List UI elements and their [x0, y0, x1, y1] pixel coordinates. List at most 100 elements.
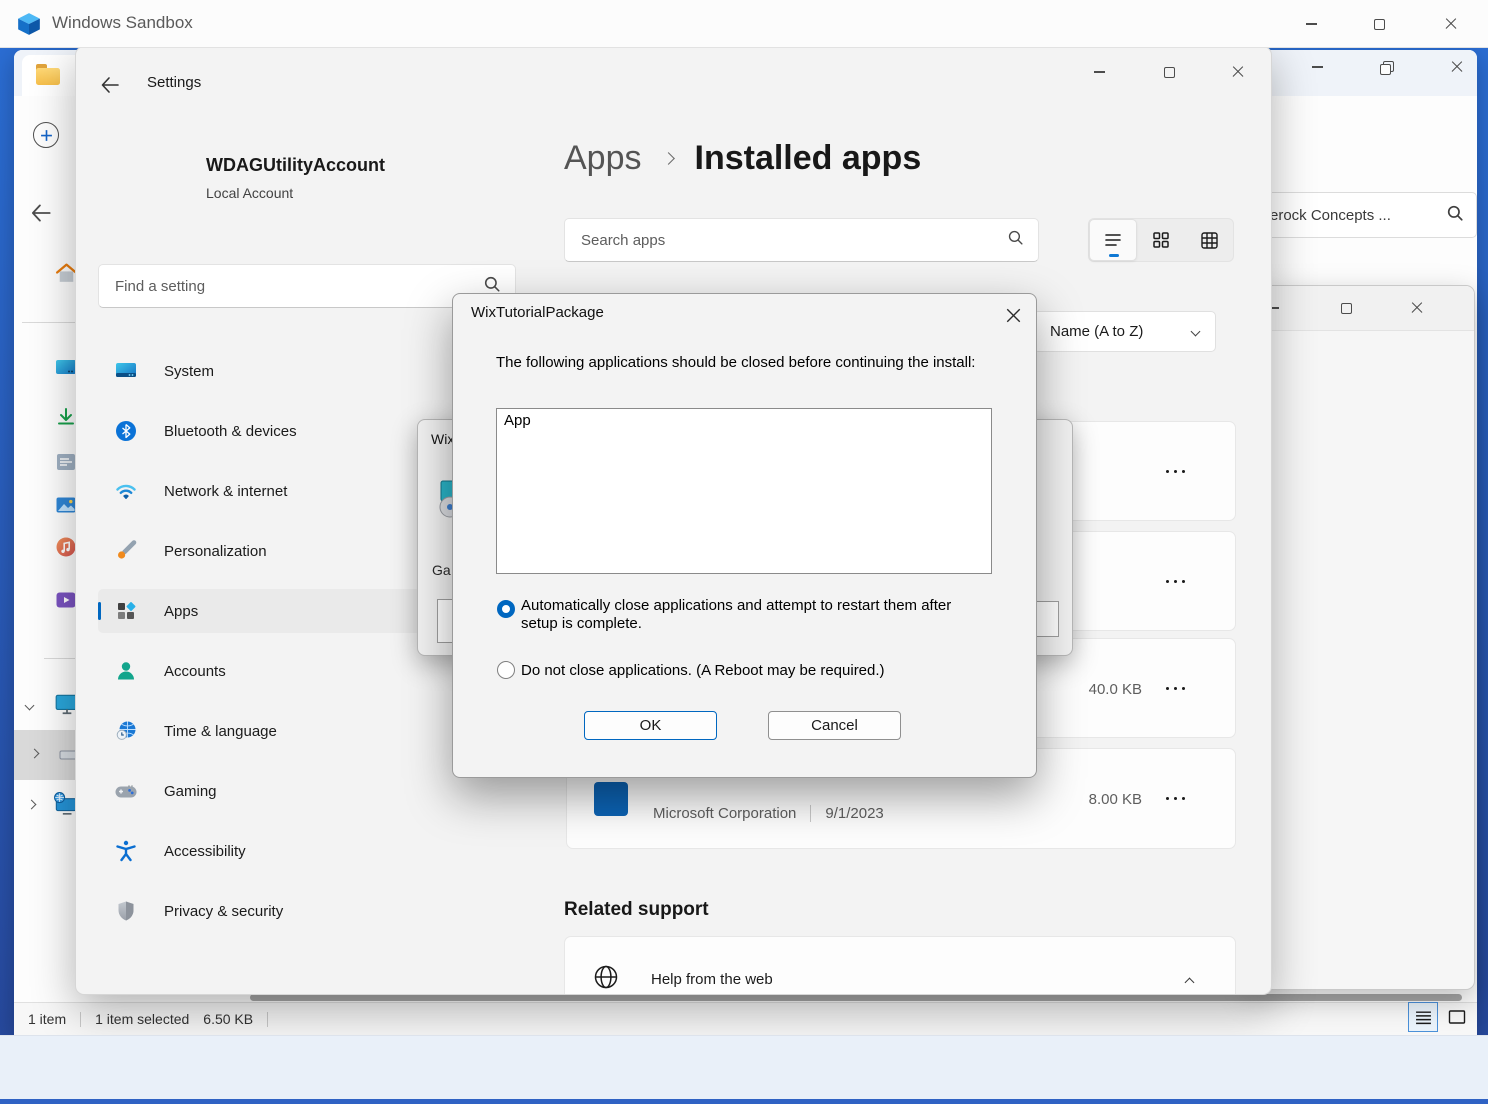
sidebar-item-label: Accessibility	[164, 843, 246, 860]
tree-selected-row[interactable]	[14, 730, 75, 780]
accounts-icon	[114, 659, 138, 683]
account-name: WDAGUtilityAccount	[206, 155, 385, 176]
close-icon[interactable]	[1429, 7, 1473, 41]
settings-minimize-icon[interactable]	[1077, 55, 1121, 89]
search-apps-box[interactable]	[564, 218, 1039, 262]
wifi-icon	[114, 479, 138, 503]
time-language-icon	[114, 719, 138, 743]
chevron-up-icon[interactable]	[1185, 978, 1195, 988]
account-type: Local Account	[206, 185, 293, 201]
globe-icon	[592, 963, 620, 995]
chevron-down-icon[interactable]	[25, 701, 35, 711]
table-view-toggle[interactable]	[1185, 219, 1233, 261]
explorer-back-arrow-icon[interactable]	[28, 200, 54, 231]
explorer-minimize-icon[interactable]	[1295, 50, 1339, 84]
sidebar-item-network-internet[interactable]: Network & internet	[98, 469, 428, 513]
system-icon	[114, 359, 138, 383]
search-apps-input[interactable]	[581, 232, 1007, 249]
cancel-button[interactable]: Cancel	[768, 711, 901, 740]
more-options-button[interactable]	[1162, 568, 1190, 596]
listbox-item[interactable]: App	[497, 409, 991, 429]
sidebar-item-label: Bluetooth & devices	[164, 423, 297, 440]
radio-auto-close[interactable]: Automatically close applications and att…	[497, 597, 975, 633]
app-size: 8.00 KB	[1062, 791, 1142, 808]
app-publisher: Microsoft Corporation	[653, 805, 796, 822]
view-toggle-group	[1088, 218, 1234, 262]
breadcrumb-root[interactable]: Apps	[564, 139, 642, 178]
explorer-close-icon[interactable]	[1435, 50, 1479, 84]
explorer-search-box[interactable]: erock Concepts ...	[1253, 192, 1477, 238]
sidebar-item-label: Accounts	[164, 663, 226, 680]
maximize-icon[interactable]	[1357, 7, 1401, 41]
radio-auto-close-label: Automatically close applications and att…	[521, 597, 975, 633]
find-setting-input[interactable]	[115, 278, 483, 295]
details-view-icon[interactable]	[1408, 1002, 1438, 1032]
rail-divider	[22, 322, 77, 323]
help-card-label: Help from the web	[651, 971, 773, 988]
sidebar-item-gaming[interactable]: Gaming	[98, 769, 428, 813]
status-divider	[80, 1012, 81, 1027]
search-icon[interactable]	[1446, 204, 1464, 226]
more-options-button[interactable]	[1162, 675, 1190, 703]
sidebar-item-apps[interactable]: Apps	[98, 589, 428, 633]
status-divider	[267, 1012, 268, 1027]
search-icon[interactable]	[1007, 229, 1024, 251]
chevron-right-icon[interactable]	[30, 749, 40, 759]
help-from-web-card[interactable]: Help from the web	[564, 936, 1236, 995]
sidebar-item-label: Time & language	[164, 723, 277, 740]
sidebar-item-privacy-security[interactable]: Privacy & security	[98, 889, 428, 933]
app-date: 9/1/2023	[825, 805, 883, 822]
back-arrow-icon[interactable]	[98, 73, 122, 102]
sidebar-item-personalization[interactable]: Personalization	[98, 529, 428, 573]
list-view-toggle[interactable]	[1089, 219, 1137, 261]
applications-listbox[interactable]: App	[496, 408, 992, 574]
sidebar-item-accessibility[interactable]: Accessibility	[98, 829, 428, 873]
settings-close-icon[interactable]	[1216, 55, 1260, 89]
grid-view-toggle[interactable]	[1137, 219, 1185, 261]
chevron-right-icon[interactable]	[27, 800, 37, 810]
new-tab-icon[interactable]	[33, 122, 59, 148]
secondary-close-icon[interactable]	[1395, 291, 1439, 325]
gamepad-icon	[114, 779, 138, 803]
sort-dropdown[interactable]: Name (A to Z)	[1033, 311, 1216, 352]
more-options-button[interactable]	[1162, 458, 1190, 486]
minimize-icon[interactable]	[1289, 7, 1333, 41]
breadcrumb: Apps Installed apps	[564, 139, 921, 178]
sidebar-item-time-language[interactable]: Time & language	[98, 709, 428, 753]
desktop-edge-strip	[0, 1099, 1488, 1104]
thumbnail-view-icon[interactable]	[1443, 1004, 1471, 1030]
radio-selected-icon[interactable]	[497, 600, 515, 618]
sidebar-item-label: Personalization	[164, 543, 267, 560]
secondary-window	[1248, 285, 1475, 990]
explorer-restore-icon[interactable]	[1364, 50, 1408, 84]
sidebar-item-accounts[interactable]: Accounts	[98, 649, 428, 693]
more-options-button[interactable]	[1162, 785, 1190, 813]
related-support-title: Related support	[564, 899, 709, 921]
radio-unselected-icon[interactable]	[497, 661, 515, 679]
taskbar: Search	[0, 1035, 1488, 1099]
page-title: Installed apps	[695, 139, 922, 178]
settings-maximize-icon[interactable]	[1147, 55, 1191, 89]
breadcrumb-chevron-icon	[662, 152, 675, 165]
paintbrush-icon	[114, 539, 138, 563]
explorer-status-bar: 1 item 1 item selected 6.50 KB	[14, 1002, 1477, 1035]
sandbox-desktop: Windows Sandbox erock Concepts ...	[0, 0, 1488, 1104]
wix-window-title: Wix	[431, 431, 454, 447]
publisher-divider	[810, 805, 811, 822]
sidebar-item-system[interactable]: System	[98, 349, 428, 393]
horizontal-scrollbar[interactable]	[250, 994, 1462, 1001]
apps-icon	[114, 599, 138, 623]
sidebar-item-label: Privacy & security	[164, 903, 283, 920]
radio-no-close[interactable]: Do not close applications. (A Reboot may…	[497, 661, 885, 679]
secondary-maximize-icon[interactable]	[1324, 291, 1368, 325]
tree-divider	[44, 658, 77, 659]
sidebar-item-label: Apps	[164, 603, 198, 620]
sidebar-item-bluetooth-devices[interactable]: Bluetooth & devices	[98, 409, 428, 453]
app-size: 40.0 KB	[1062, 681, 1142, 698]
ok-button[interactable]: OK	[584, 711, 717, 740]
sandbox-logo-icon	[16, 11, 42, 42]
status-selected-count: 1 item selected	[95, 1011, 189, 1027]
dialog-close-icon[interactable]	[1001, 303, 1025, 327]
sidebar-item-label: System	[164, 363, 214, 380]
sandbox-window-title: Windows Sandbox	[52, 13, 193, 33]
